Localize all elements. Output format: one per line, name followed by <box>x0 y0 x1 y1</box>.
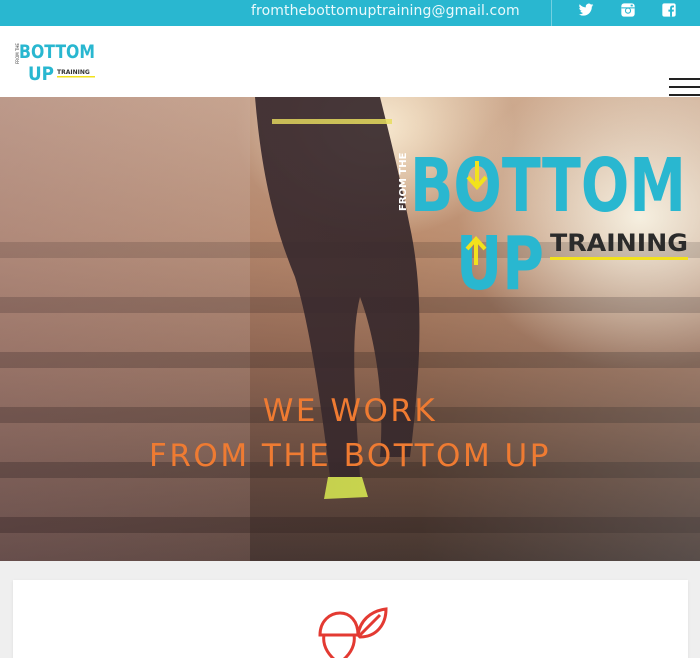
menu-toggle-button[interactable] <box>669 78 700 96</box>
site-header: FROM THE BOTTOM UP TRAINING <box>0 26 700 97</box>
hero-logo-up: UP <box>456 221 544 293</box>
brand-logo[interactable]: FROM THE BOTTOM UP TRAINING <box>13 40 97 84</box>
feature-card <box>13 580 688 658</box>
topbar-divider <box>551 0 552 26</box>
hero-headline-line1: WE WORK <box>262 393 438 429</box>
logo-up-text: UP <box>28 63 54 84</box>
hero-logo-bottom: BOTTOM <box>410 143 686 229</box>
hero-logo-from-the: FROM THE <box>398 152 409 211</box>
contact-email-link[interactable]: fromthebottomuptraining@gmail.com <box>251 3 520 19</box>
twitter-icon[interactable] <box>578 2 594 18</box>
hero-banner: FROM THE BOTTOM UP TRAINING WE WORK FROM… <box>0 97 700 561</box>
hero-headline-line2: FROM THE BOTTOM UP <box>149 438 551 474</box>
instagram-icon[interactable] <box>620 2 636 18</box>
acorn-leaf-icon <box>318 607 388 658</box>
hero-logo-training: TRAINING <box>550 229 688 257</box>
facebook-icon[interactable] <box>661 2 677 18</box>
top-bar: fromthebottomuptraining@gmail.com <box>0 0 700 26</box>
hero-brand-logo: FROM THE BOTTOM UP TRAINING <box>398 143 688 293</box>
logo-training-text: TRAINING <box>57 69 90 76</box>
logo-bottom-text: BOTTOM <box>19 41 95 63</box>
